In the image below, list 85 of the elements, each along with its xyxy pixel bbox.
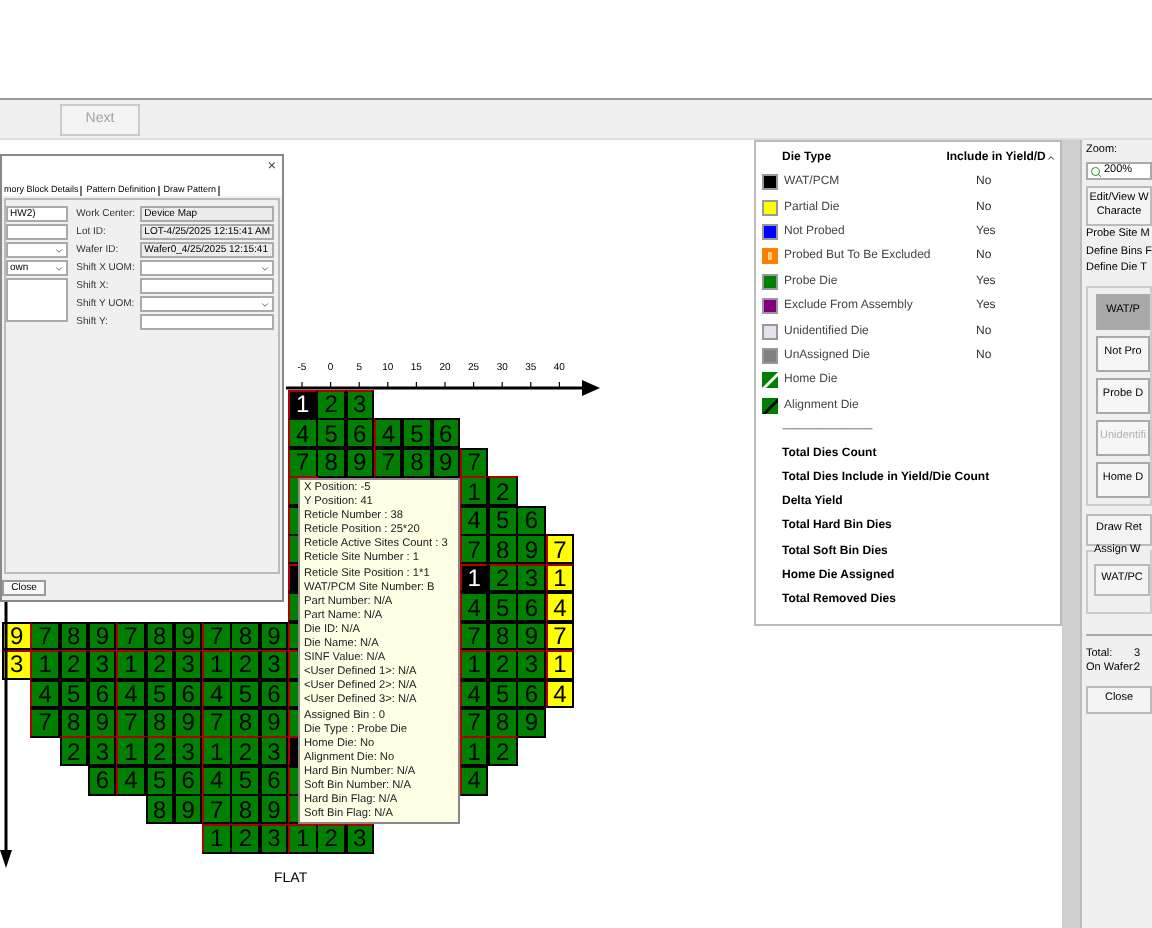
text-area[interactable] xyxy=(6,278,69,322)
chevron-down-icon xyxy=(260,263,270,273)
die-cell: 9 xyxy=(173,621,203,651)
die-cell: 1 xyxy=(30,650,60,680)
die-cell: 2 xyxy=(316,390,346,420)
die-cell: 7 xyxy=(116,621,146,651)
die-cell: 9 xyxy=(516,534,546,564)
die-cell: 9 xyxy=(259,794,289,825)
die-cell: 9 xyxy=(516,621,546,651)
die-cell: 7 xyxy=(30,707,60,738)
die-cell: 7 xyxy=(30,621,60,651)
die-cell: 2 xyxy=(59,736,89,767)
input-field[interactable] xyxy=(140,278,274,294)
die-cell: 9 xyxy=(87,621,117,651)
die-cell: 1 xyxy=(116,650,146,680)
die-cell: 1 xyxy=(459,736,489,767)
die-cell: 3 xyxy=(259,736,289,767)
die-cell: 4 xyxy=(116,765,146,796)
die-cell: 2 xyxy=(59,650,89,680)
die-cell: 5 xyxy=(230,679,260,709)
die-cell: 4 xyxy=(288,418,318,449)
die-cell: 7 xyxy=(459,534,489,564)
die-cell: 2 xyxy=(230,823,260,853)
die-cell: 2 xyxy=(488,650,518,680)
die-cell: 2 xyxy=(488,736,518,767)
die-cell: 6 xyxy=(516,505,546,536)
die-cell: 8 xyxy=(59,621,89,651)
die-cell: 3 xyxy=(516,563,546,593)
die-cell: 4 xyxy=(459,592,489,622)
die-cell: 3 xyxy=(516,650,546,680)
dropdown[interactable] xyxy=(140,260,274,276)
zoom-icon xyxy=(1090,165,1102,177)
dropdown[interactable] xyxy=(6,242,69,258)
chevron-down-icon xyxy=(260,299,270,309)
die-cell: 3 xyxy=(173,650,203,680)
die-cell: 9 xyxy=(516,707,546,738)
scroll-up-icon[interactable] xyxy=(1045,152,1056,164)
die-cell: 9 xyxy=(259,621,289,651)
die-cell: 7 xyxy=(545,534,575,564)
dropdown[interactable] xyxy=(140,296,274,312)
die-cell: 7 xyxy=(116,707,146,738)
die-cell: 5 xyxy=(230,765,260,796)
die-cell: 2 xyxy=(230,650,260,680)
die-cell: 2 xyxy=(145,650,175,680)
die-cell: 4 xyxy=(545,592,575,622)
die-cell: 2 xyxy=(488,476,518,507)
die-cell: 5 xyxy=(316,418,346,449)
die-cell: 5 xyxy=(488,592,518,622)
die-cell: 7 xyxy=(202,794,232,825)
die-cell: 8 xyxy=(488,534,518,564)
die-cell: 1 xyxy=(202,650,232,680)
die-cell: 3 xyxy=(87,650,117,680)
die-cell: 6 xyxy=(516,592,546,622)
die-cell: 1 xyxy=(202,736,232,767)
die-cell: 6 xyxy=(345,418,375,449)
die-cell: 7 xyxy=(202,621,232,651)
die-cell: 8 xyxy=(402,447,432,478)
die-cell: 7 xyxy=(459,447,489,478)
die-cell: 8 xyxy=(316,447,346,478)
die-cell: 4 xyxy=(373,418,403,449)
die-cell: 3 xyxy=(173,736,203,767)
die-cell: 9 xyxy=(173,794,203,825)
die-cell: 8 xyxy=(230,621,260,651)
die-cell: 8 xyxy=(230,794,260,825)
die-cell: 4 xyxy=(116,679,146,709)
die-cell: 8 xyxy=(145,621,175,651)
die-cell: 6 xyxy=(431,418,461,449)
scrollbar-track[interactable] xyxy=(1062,140,1080,928)
die-cell: 4 xyxy=(30,679,60,709)
input-field[interactable] xyxy=(140,314,274,330)
die-cell: 6 xyxy=(516,679,546,709)
input-field[interactable] xyxy=(6,224,69,240)
die-cell: 3 xyxy=(259,650,289,680)
die-cell: 2 xyxy=(230,736,260,767)
die-cell: 1 xyxy=(459,476,489,507)
die-cell: 8 xyxy=(230,707,260,738)
die-cell: 1 xyxy=(545,650,575,680)
die-cell: 2 xyxy=(145,736,175,767)
die-cell: 6 xyxy=(87,765,117,796)
die-cell: 1 xyxy=(459,650,489,680)
die-cell: 3 xyxy=(87,736,117,767)
die-cell: 2 xyxy=(316,823,346,853)
die-cell: 5 xyxy=(402,418,432,449)
die-cell: 8 xyxy=(145,794,175,825)
die-cell: 1 xyxy=(116,736,146,767)
